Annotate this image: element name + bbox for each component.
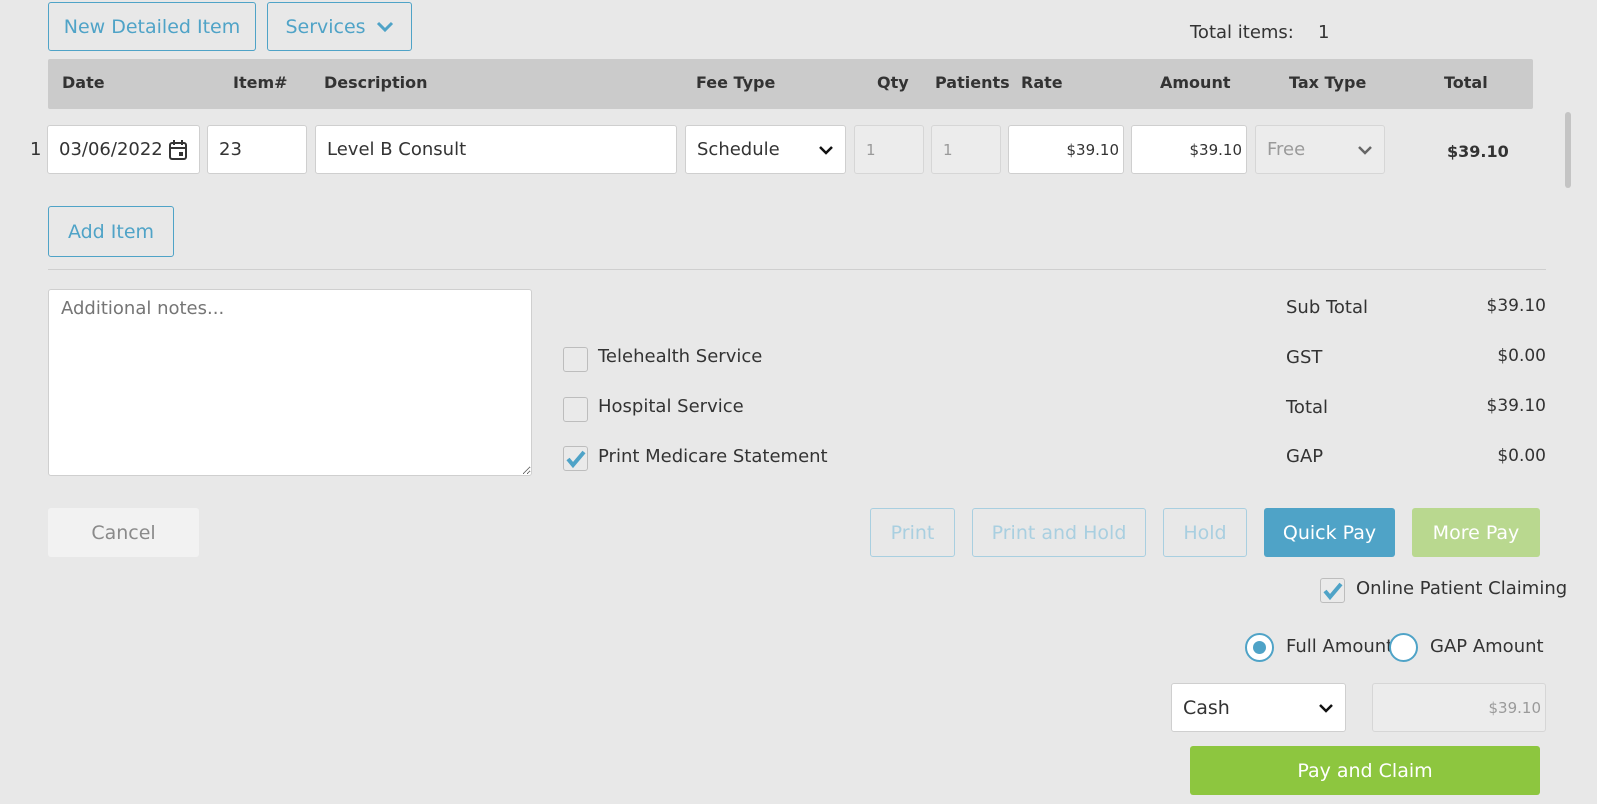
date-value: 03/06/2022 [59,139,163,160]
online-patient-claiming-checkbox[interactable] [1320,578,1345,603]
hospital-label: Hospital Service [598,396,744,417]
amount-input[interactable]: $39.10 [1131,125,1247,174]
notes-textarea[interactable] [48,289,532,476]
new-detailed-item-button[interactable]: New Detailed Item [48,2,256,51]
gap-amount-label: GAP Amount [1430,636,1544,657]
print-and-hold-label: Print and Hold [991,521,1127,544]
services-label: Services [285,15,366,38]
payment-method-select[interactable]: Cash [1171,683,1346,732]
item-number-value: 23 [219,139,242,160]
print-label: Print [890,521,935,544]
header-qty: Qty [877,73,909,92]
total-label: Total [1286,397,1329,418]
add-item-button[interactable]: Add Item [48,206,174,257]
services-dropdown-button[interactable]: Services [267,2,412,51]
fee-type-select[interactable]: Schedule [685,125,846,174]
more-pay-button[interactable]: More Pay [1412,508,1540,557]
chevron-down-icon [376,21,393,32]
divider [48,269,1546,270]
description-input[interactable]: Level B Consult [315,125,677,174]
more-pay-label: More Pay [1432,521,1520,544]
chevron-down-icon [819,145,833,155]
header-description: Description [324,73,428,92]
header-total: Total [1444,73,1488,92]
quick-pay-button[interactable]: Quick Pay [1264,508,1395,557]
print-medicare-checkbox[interactable] [563,446,588,471]
scrollbar-thumb[interactable] [1565,112,1571,188]
telehealth-checkbox[interactable] [563,347,588,372]
total-items-label: Total items: [1190,22,1294,43]
gap-value: $0.00 [1497,446,1546,466]
cancel-button[interactable]: Cancel [48,508,199,557]
hold-label: Hold [1183,521,1227,544]
rate-input[interactable]: $39.10 [1008,125,1124,174]
tax-type-value: Free [1267,139,1306,160]
full-amount-radio[interactable] [1245,633,1274,662]
add-item-label: Add Item [67,220,155,243]
row-total: $39.10 [1447,142,1509,161]
new-detailed-item-label: New Detailed Item [63,15,241,38]
print-button[interactable]: Print [870,508,955,557]
tax-type-select: Free [1255,125,1385,174]
item-number-input[interactable]: 23 [207,125,307,174]
patients-input: 1 [931,125,1001,174]
payment-amount-input: $39.10 [1372,683,1546,732]
hold-button[interactable]: Hold [1163,508,1247,557]
date-input[interactable]: 03/06/2022 [47,125,200,174]
print-and-hold-button[interactable]: Print and Hold [972,508,1146,557]
payment-method-value: Cash [1183,696,1230,719]
header-tax-type: Tax Type [1289,73,1367,92]
total-value: $39.10 [1486,396,1546,416]
full-amount-label: Full Amount [1286,636,1394,657]
patients-value: 1 [943,140,953,159]
header-rate: Rate [1021,73,1063,92]
sub-total-value: $39.10 [1486,296,1546,316]
qty-input: 1 [854,125,924,174]
header-amount: Amount [1160,73,1231,92]
telehealth-label: Telehealth Service [598,346,763,367]
amount-value: $39.10 [1189,140,1243,159]
gap-amount-radio[interactable] [1389,633,1418,662]
header-patients: Patients [935,73,1010,92]
chevron-down-icon [1319,703,1333,713]
gst-value: $0.00 [1497,346,1546,366]
rate-value: $39.10 [1066,140,1120,159]
header-item: Item# [233,73,288,92]
row-index: 1 [30,139,42,160]
calendar-icon[interactable] [168,139,188,161]
qty-value: 1 [866,140,876,159]
fee-type-value: Schedule [697,139,780,160]
cancel-label: Cancel [91,521,156,544]
gst-label: GST [1286,347,1323,368]
header-date: Date [62,73,105,92]
checkmark-icon [1323,582,1343,601]
payment-amount-value: $39.10 [1488,698,1542,717]
chevron-down-icon [1358,145,1372,155]
online-patient-claiming-label: Online Patient Claiming [1356,578,1568,599]
print-medicare-label: Print Medicare Statement [598,446,828,467]
checkmark-icon [566,450,586,469]
gap-label: GAP [1286,446,1324,467]
pay-and-claim-label: Pay and Claim [1297,759,1433,782]
quick-pay-label: Quick Pay [1282,521,1377,544]
hospital-checkbox[interactable] [563,397,588,422]
pay-and-claim-button[interactable]: Pay and Claim [1190,746,1540,795]
sub-total-label: Sub Total [1286,297,1369,318]
description-value: Level B Consult [327,139,467,160]
header-fee-type: Fee Type [696,73,776,92]
total-items-value: 1 [1318,22,1330,43]
